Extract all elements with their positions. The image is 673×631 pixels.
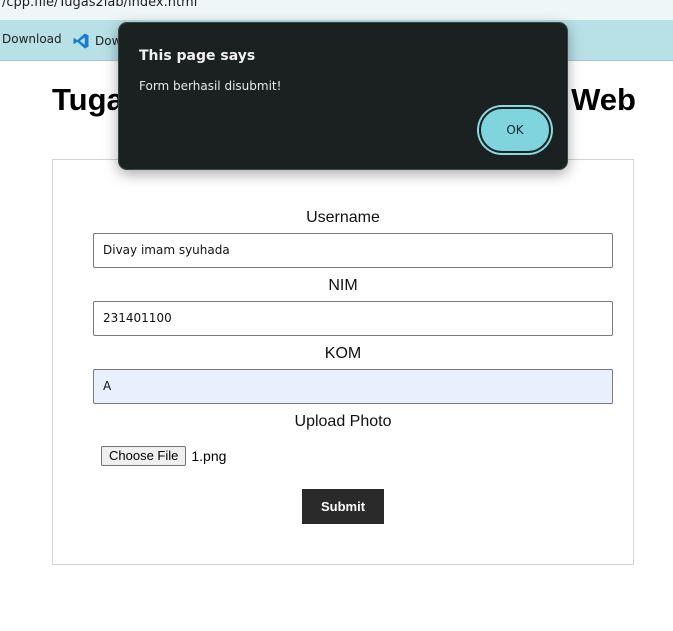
kom-label: KOM [324, 345, 362, 362]
address-bar[interactable]: /cpp.file/Tugas2lab/index.html [0, 0, 673, 20]
bookmark-download[interactable]: Download [2, 32, 62, 46]
ok-button[interactable]: OK [479, 107, 551, 153]
selected-file-name: 1.png [191, 448, 227, 464]
alert-dialog: This page says Form berhasil disubmit! O… [118, 22, 568, 170]
kom-input[interactable]: A [93, 369, 613, 404]
page-title-right: Web [571, 82, 636, 117]
file-upload: Choose File 1.png [101, 446, 226, 466]
nim-input[interactable]: 231401100 [93, 301, 613, 336]
vscode-icon [73, 33, 89, 49]
address-text: /cpp.file/Tugas2lab/index.html [2, 0, 198, 10]
dialog-title: This page says [139, 48, 256, 64]
submit-button[interactable]: Submit [302, 489, 384, 524]
bookmark-vscode[interactable]: Dow [72, 32, 121, 50]
username-label: Username [306, 209, 380, 226]
bookmark-label: Download [2, 32, 62, 46]
upload-photo-label: Upload Photo [294, 413, 392, 430]
form-container: Username Divay imam syuhada NIM 23140110… [52, 159, 634, 565]
dialog-message: Form berhasil disubmit! [139, 79, 282, 93]
username-input[interactable]: Divay imam syuhada [93, 233, 613, 268]
page-title-left: Tuga [52, 82, 124, 117]
choose-file-button[interactable]: Choose File [101, 446, 187, 466]
nim-label: NIM [328, 277, 358, 294]
